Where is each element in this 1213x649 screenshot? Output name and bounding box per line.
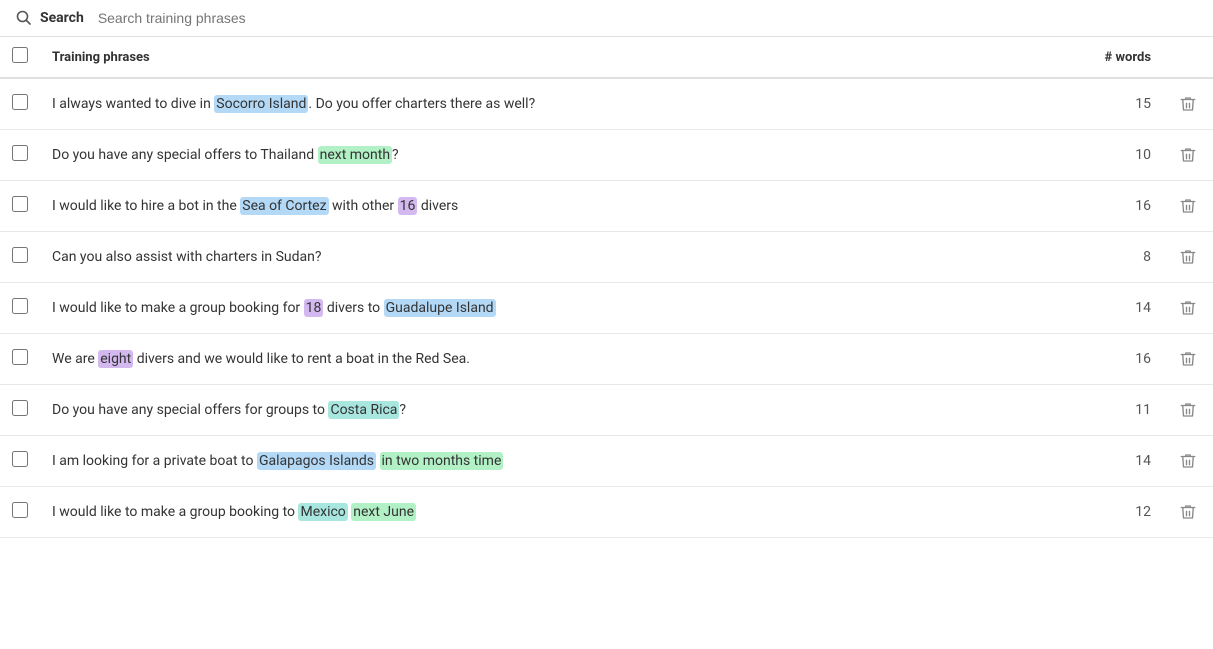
table-row: I would like to hire a bot in the Sea of… [0, 181, 1213, 232]
table-row: I would like to make a group booking for… [0, 283, 1213, 334]
highlight-blue: Guadalupe Island [384, 299, 496, 317]
row-checkbox-cell [0, 78, 40, 130]
highlight-green: next month [318, 146, 392, 164]
table-row: Do you have any special offers to Thaila… [0, 130, 1213, 181]
phrase-cell: Do you have any special offers for group… [40, 385, 1063, 436]
highlight-green: next June [351, 503, 416, 521]
delete-button[interactable] [1175, 142, 1201, 168]
words-count: 14 [1063, 283, 1163, 334]
table-row: We are eight divers and we would like to… [0, 334, 1213, 385]
delete-cell [1163, 78, 1213, 130]
phrase-cell: I would like to hire a bot in the Sea of… [40, 181, 1063, 232]
phrase-cell: Can you also assist with charters in Sud… [40, 232, 1063, 283]
delete-cell [1163, 181, 1213, 232]
phrase-cell: I would like to make a group booking to … [40, 487, 1063, 538]
row-checkbox[interactable] [12, 502, 28, 518]
row-checkbox[interactable] [12, 94, 28, 110]
phrase-cell: I always wanted to dive in Socorro Islan… [40, 78, 1063, 130]
words-count: 8 [1063, 232, 1163, 283]
search-icon [16, 10, 32, 26]
highlight-purple: eight [98, 350, 133, 368]
delete-cell [1163, 232, 1213, 283]
highlight-teal: Mexico [298, 503, 347, 521]
highlight-purple: 18 [304, 299, 324, 317]
phrase-cell: I am looking for a private boat to Galap… [40, 436, 1063, 487]
row-checkbox-cell [0, 334, 40, 385]
row-checkbox[interactable] [12, 349, 28, 365]
words-count: 15 [1063, 78, 1163, 130]
words-count: 16 [1063, 334, 1163, 385]
row-checkbox[interactable] [12, 451, 28, 467]
row-checkbox-cell [0, 181, 40, 232]
delete-cell [1163, 283, 1213, 334]
header-phrase: Training phrases [40, 37, 1063, 78]
words-count: 11 [1063, 385, 1163, 436]
highlight-blue: Galapagos Islands [257, 452, 376, 470]
row-checkbox-cell [0, 232, 40, 283]
select-all-checkbox[interactable] [12, 47, 28, 63]
row-checkbox[interactable] [12, 400, 28, 416]
row-checkbox[interactable] [12, 247, 28, 263]
row-checkbox-cell [0, 283, 40, 334]
delete-button[interactable] [1175, 91, 1201, 117]
highlight-purple: 16 [398, 197, 418, 215]
training-phrases-table: Training phrases # words I always wanted… [0, 37, 1213, 538]
table-header-row: Training phrases # words [0, 37, 1213, 78]
table-row: I always wanted to dive in Socorro Islan… [0, 78, 1213, 130]
search-input[interactable] [98, 10, 1197, 26]
row-checkbox-cell [0, 130, 40, 181]
table-row: I would like to make a group booking to … [0, 487, 1213, 538]
words-count: 14 [1063, 436, 1163, 487]
delete-button[interactable] [1175, 244, 1201, 270]
search-label: Search [40, 10, 84, 26]
delete-cell [1163, 385, 1213, 436]
highlight-teal: Costa Rica [328, 401, 399, 419]
delete-button[interactable] [1175, 397, 1201, 423]
words-count: 12 [1063, 487, 1163, 538]
row-checkbox[interactable] [12, 145, 28, 161]
row-checkbox-cell [0, 385, 40, 436]
highlight-blue: Socorro Island [214, 95, 308, 113]
delete-cell [1163, 130, 1213, 181]
phrase-cell: I would like to make a group booking for… [40, 283, 1063, 334]
delete-button[interactable] [1175, 448, 1201, 474]
phrase-cell: Do you have any special offers to Thaila… [40, 130, 1063, 181]
row-checkbox-cell [0, 436, 40, 487]
header-checkbox-col [0, 37, 40, 78]
delete-cell [1163, 487, 1213, 538]
delete-button[interactable] [1175, 499, 1201, 525]
words-count: 16 [1063, 181, 1163, 232]
phrase-cell: We are eight divers and we would like to… [40, 334, 1063, 385]
row-checkbox[interactable] [12, 196, 28, 212]
delete-cell [1163, 334, 1213, 385]
highlight-blue: Sea of Cortez [240, 197, 328, 215]
table-row: Can you also assist with charters in Sud… [0, 232, 1213, 283]
row-checkbox[interactable] [12, 298, 28, 314]
header-words: # words [1063, 37, 1163, 78]
table-row: I am looking for a private boat to Galap… [0, 436, 1213, 487]
delete-button[interactable] [1175, 193, 1201, 219]
header-action [1163, 37, 1213, 78]
highlight-green: in two months time [380, 452, 504, 470]
search-bar: Search [0, 0, 1213, 37]
row-checkbox-cell [0, 487, 40, 538]
delete-button[interactable] [1175, 346, 1201, 372]
table-row: Do you have any special offers for group… [0, 385, 1213, 436]
delete-cell [1163, 436, 1213, 487]
delete-button[interactable] [1175, 295, 1201, 321]
words-count: 10 [1063, 130, 1163, 181]
